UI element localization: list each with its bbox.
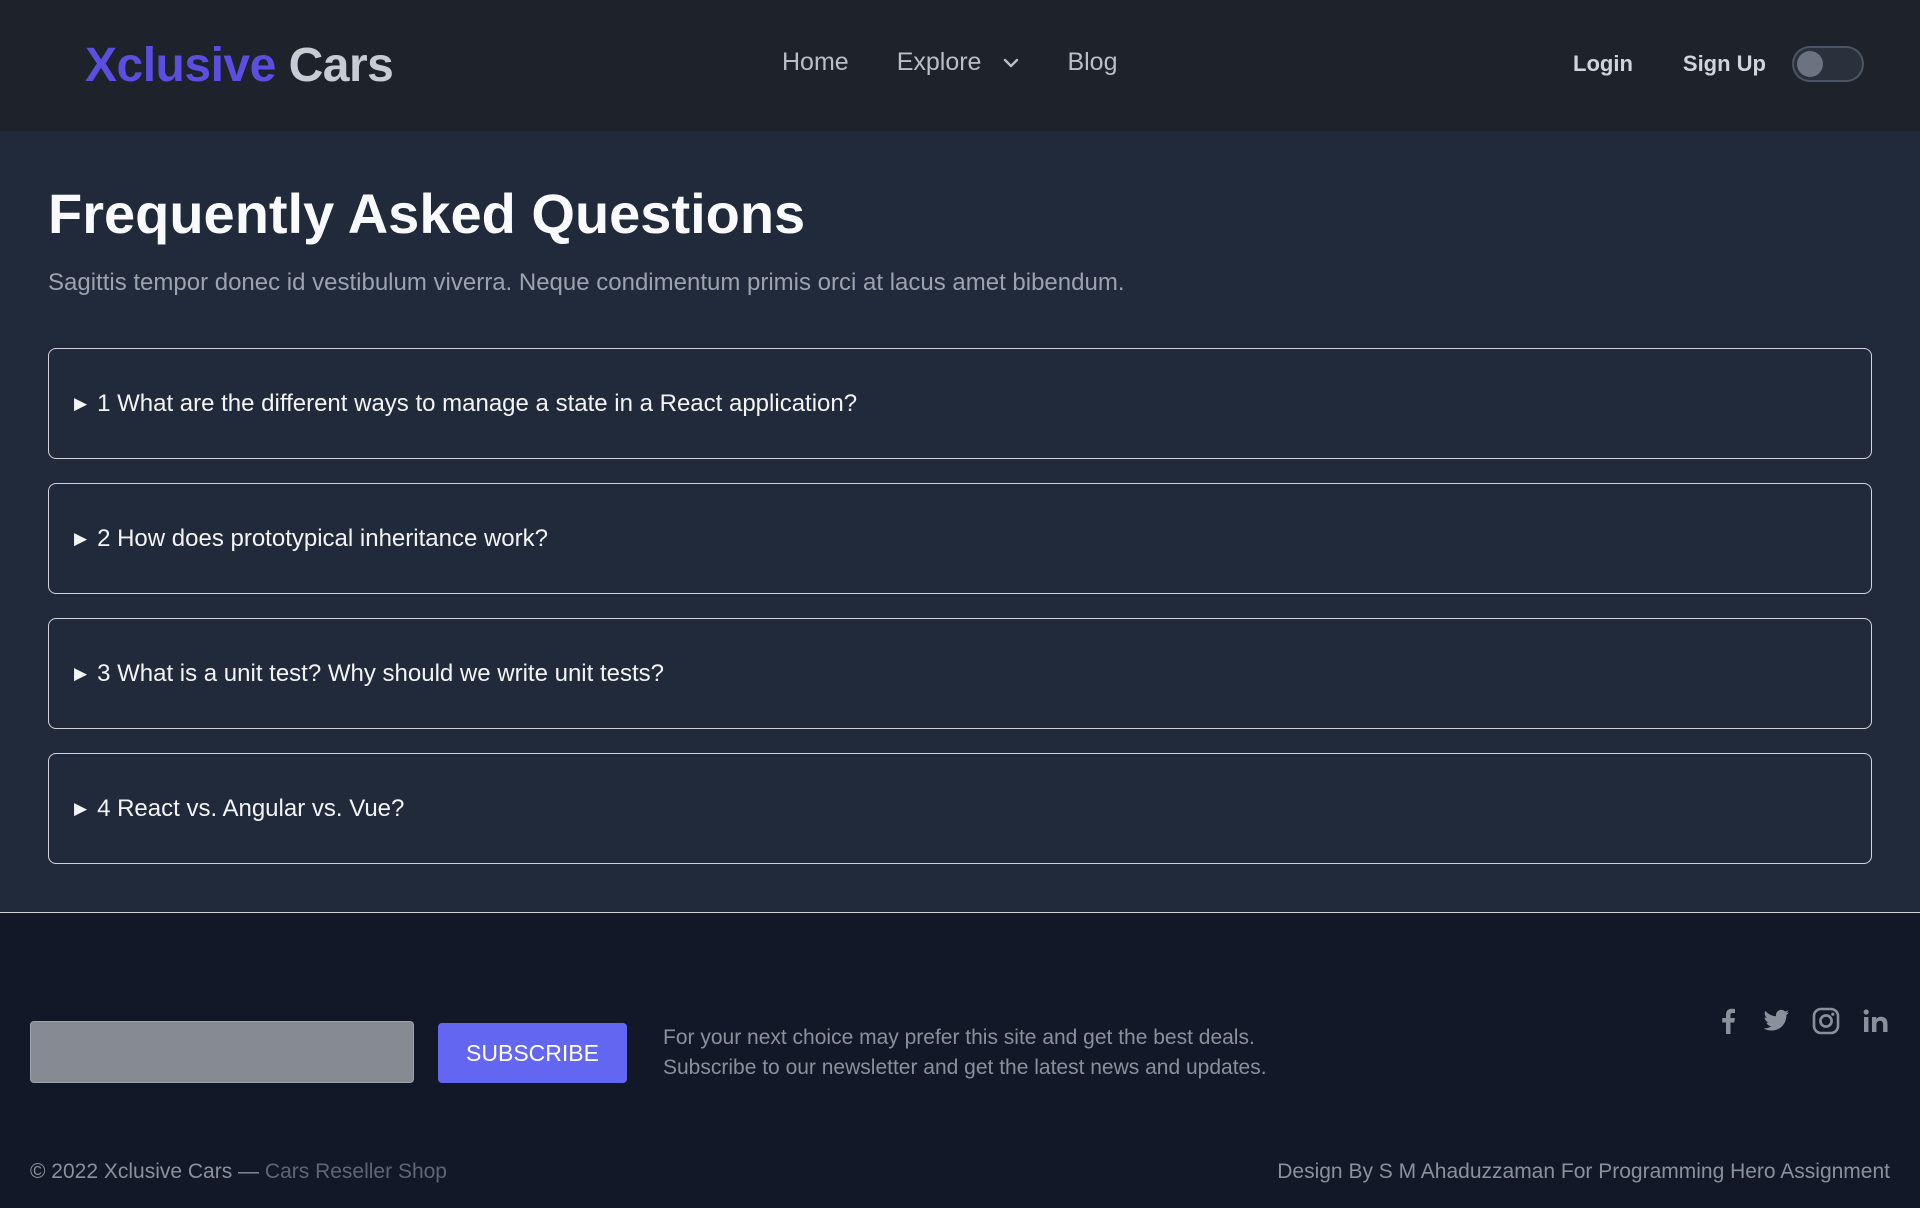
faq-item-3[interactable]: ▶ 3 What is a unit test? Why should we w… — [48, 618, 1872, 729]
facebook-icon[interactable] — [1716, 1007, 1740, 1035]
subscribe-button[interactable]: SUBSCRIBE — [438, 1023, 627, 1083]
signup-link[interactable]: Sign Up — [1683, 51, 1766, 77]
site-header: Xclusive Cars Home Explore Blog Login Si… — [0, 0, 1920, 131]
chevron-down-icon — [1004, 58, 1019, 67]
caret-right-icon: ▶ — [74, 528, 88, 548]
newsletter-text: For your next choice may prefer this sit… — [663, 1023, 1267, 1083]
faq-question: 4 React vs. Angular vs. Vue? — [97, 794, 405, 822]
theme-toggle-knob — [1797, 51, 1823, 77]
newsletter-email-input[interactable] — [30, 1021, 414, 1083]
faq-section: Frequently Asked Questions Sagittis temp… — [0, 131, 1920, 912]
faq-question: 1 What are the different ways to manage … — [97, 389, 858, 417]
faq-item-2[interactable]: ▶ 2 How does prototypical inheritance wo… — [48, 483, 1872, 594]
logo-rest: Cars — [288, 39, 394, 92]
caret-right-icon: ▶ — [74, 393, 88, 413]
nav-home-link[interactable]: Home — [782, 48, 849, 77]
copyright-text: © 2022 Xclusive Cars — — [30, 1160, 265, 1183]
instagram-icon[interactable] — [1812, 1007, 1840, 1035]
faq-question: 3 What is a unit test? Why should we wri… — [97, 659, 664, 687]
page-subtitle: Sagittis tempor donec id vestibulum vive… — [48, 269, 1125, 296]
copyright-shop-link[interactable]: Cars Reseller Shop — [265, 1160, 447, 1183]
site-logo[interactable]: Xclusive Cars — [85, 38, 394, 93]
faq-list: ▶ 1 What are the different ways to manag… — [48, 348, 1872, 888]
linkedin-icon[interactable] — [1862, 1008, 1890, 1034]
caret-right-icon: ▶ — [74, 663, 88, 683]
faq-question: 2 How does prototypical inheritance work… — [97, 524, 548, 552]
auth-controls: Login Sign Up — [1573, 46, 1864, 82]
design-credit: Design By S M Ahaduzzaman For Programmin… — [1277, 1160, 1890, 1183]
newsletter-text-line-2: Subscribe to our newsletter and get the … — [663, 1056, 1267, 1079]
login-link[interactable]: Login — [1573, 51, 1633, 77]
main-nav: Home Explore Blog — [782, 48, 1118, 77]
logo-brand: Xclusive — [85, 39, 276, 92]
nav-blog-link[interactable]: Blog — [1067, 48, 1117, 77]
faq-item-4[interactable]: ▶ 4 React vs. Angular vs. Vue? — [48, 753, 1872, 864]
theme-toggle[interactable] — [1792, 46, 1864, 82]
site-footer: SUBSCRIBE For your next choice may prefe… — [0, 912, 1920, 1208]
copyright: © 2022 Xclusive Cars — Cars Reseller Sho… — [30, 1160, 447, 1184]
nav-explore-dropdown[interactable]: Explore — [897, 48, 1020, 77]
newsletter-text-line-1: For your next choice may prefer this sit… — [663, 1026, 1255, 1049]
caret-right-icon: ▶ — [74, 798, 88, 818]
page-title: Frequently Asked Questions — [48, 182, 806, 245]
faq-item-1[interactable]: ▶ 1 What are the different ways to manag… — [48, 348, 1872, 459]
twitter-icon[interactable] — [1762, 1008, 1790, 1034]
nav-explore-label: Explore — [896, 48, 982, 76]
social-links — [1694, 1007, 1890, 1035]
